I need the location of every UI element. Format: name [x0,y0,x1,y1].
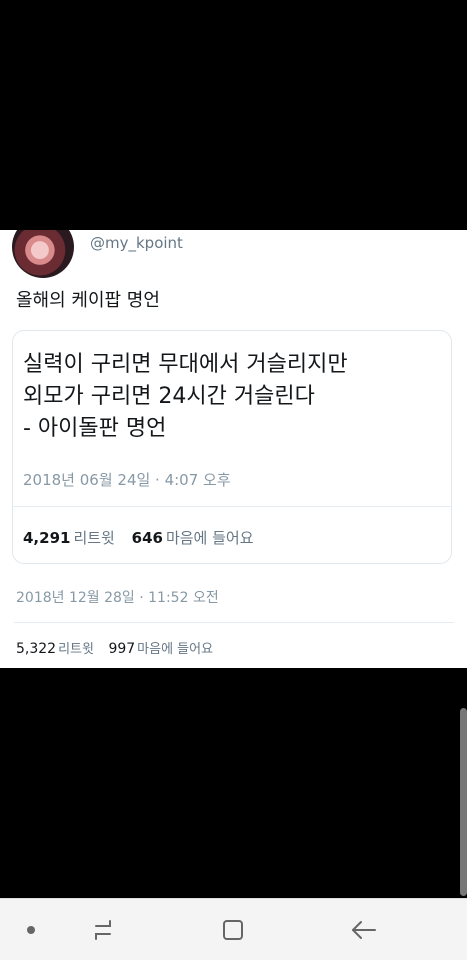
like-count[interactable]: 997 [108,641,135,657]
tweet-text: 올해의 케이팝 명언 [16,290,160,311]
quoted-tweet-text: 실력이 구리면 무대에서 거슬리지만 외모가 구리면 24시간 거슬린다 - 아… [23,352,348,441]
quoted-retweet-count[interactable]: 4,291 [23,529,70,547]
top-black-area [0,0,467,230]
quoted-like-label[interactable]: 마음에 들어요 [166,529,254,547]
scrollbar[interactable] [460,708,467,896]
main-divider [14,622,454,623]
home-icon[interactable] [218,915,248,945]
quoted-tweet-timestamp: 2018년 06월 24일 · 4:07 오후 [23,471,231,489]
tweet-stats: 5,322 리트윗 997 마음에 들어요 [16,638,223,657]
avatar[interactable] [12,230,74,278]
recent-apps-icon[interactable] [88,915,118,945]
user-handle[interactable]: @my_kpoint [90,234,183,252]
retweet-count[interactable]: 5,322 [16,641,56,657]
like-label[interactable]: 마음에 들어요 [137,642,213,657]
retweet-label[interactable]: 리트윗 [58,642,94,657]
quoted-divider [13,506,451,507]
tweet-screen: @my_kpoint 올해의 케이팝 명언 실력이 구리면 무대에서 거슬리지만… [0,230,467,668]
tweet-timestamp: 2018년 12월 28일 · 11:52 오전 [16,590,219,606]
quoted-stats: 4,291 리트윗 646 마음에 들어요 [23,527,266,548]
quoted-retweet-label[interactable]: 리트윗 [73,529,114,547]
back-icon[interactable] [348,915,378,945]
quoted-tweet-card[interactable]: 실력이 구리면 무대에서 거슬리지만 외모가 구리면 24시간 거슬린다 - 아… [12,330,452,564]
android-nav-bar [0,898,467,960]
dot-icon[interactable] [16,915,46,945]
quoted-like-count[interactable]: 646 [132,529,163,547]
